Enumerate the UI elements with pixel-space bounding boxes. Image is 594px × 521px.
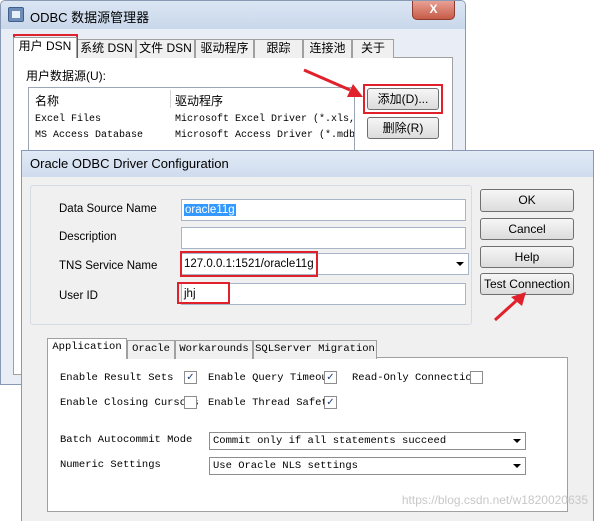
- tab-user-dsn[interactable]: 用户 DSN: [13, 37, 77, 58]
- watermark: https://blog.csdn.net/w1820020635: [401, 493, 588, 507]
- arrow-to-test-connection-icon: [493, 292, 526, 322]
- tab-application[interactable]: Application: [47, 338, 127, 359]
- arrow-to-add-button-icon: [303, 68, 363, 97]
- annotation-arrows: [303, 68, 526, 322]
